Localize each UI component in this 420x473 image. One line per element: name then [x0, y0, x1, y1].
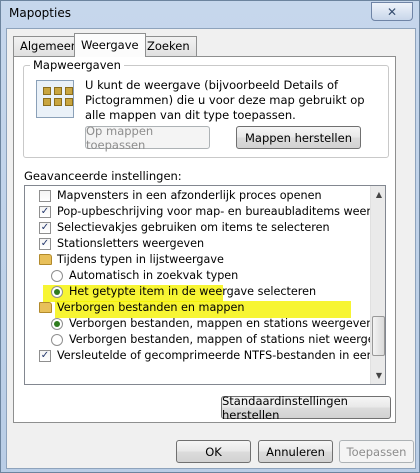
title-bar[interactable]: Mapopties ✕ [1, 1, 419, 27]
radio-hide-hidden[interactable] [51, 334, 63, 346]
close-button[interactable]: ✕ [371, 2, 413, 21]
list-item[interactable]: Verborgen bestanden, mappen en stations … [25, 316, 374, 332]
checkbox-popup-description[interactable]: ✓ [39, 206, 51, 218]
folder-icon [39, 254, 52, 265]
apply-button[interactable]: Toepassen [339, 440, 414, 463]
tab-weergave[interactable]: Weergave [74, 33, 146, 57]
list-item-label: Verborgen bestanden, mappen of stations … [69, 333, 386, 346]
list-item-label: Mapvensters in een afzonderlijk proces o… [57, 189, 322, 202]
list-item[interactable]: ✓ Pop-upbeschrijving voor map- en bureau… [25, 204, 385, 220]
list-item[interactable]: Mapvensters in een afzonderlijk proces o… [25, 188, 370, 204]
cancel-button[interactable]: Annuleren [258, 440, 333, 463]
advanced-settings-rows: Mapvensters in een afzonderlijk proces o… [25, 186, 385, 384]
radio-select-typed-item[interactable] [51, 286, 63, 298]
list-item-label: Automatisch in zoekvak typen [69, 269, 239, 282]
scroll-up-button[interactable]: ▲ [371, 186, 385, 203]
checkbox-ntfs-colors[interactable]: ✓ [39, 350, 51, 362]
ok-button[interactable]: OK [176, 440, 251, 463]
folder-views-description: U kunt de weergave (bijvoorbeeld Details… [85, 78, 365, 122]
list-item-label: Versleutelde of gecomprimeerde NTFS-best… [57, 349, 386, 362]
checkbox-separate-process[interactable] [39, 190, 51, 202]
scroll-down-button[interactable]: ▼ [371, 367, 385, 384]
folder-views-group: Mapweergaven U kunt de weergave (bijvoor… [23, 58, 389, 158]
list-item-label: Het getypte item in de weergave selecter… [69, 285, 317, 298]
reset-folders-button[interactable]: Mappen herstellen [236, 126, 361, 149]
list-item[interactable]: Het getypte item in de weergave selecter… [25, 284, 370, 300]
folder-icon [39, 302, 52, 313]
chevron-up-icon: ▲ [375, 190, 383, 199]
folder-views-icon [36, 80, 74, 118]
list-item[interactable]: ✓ Stationsletters weergeven [25, 236, 370, 252]
radio-show-hidden[interactable] [51, 318, 63, 330]
list-item-label: Stationsletters weergeven [57, 237, 205, 250]
list-item-label: Verborgen bestanden, mappen en stations … [69, 317, 374, 330]
folder-views-title: Mapweergaven [30, 58, 124, 72]
list-item: Tijdens typen in lijstweergave [25, 252, 370, 268]
list-item[interactable]: ✓ Versleutelde of gecomprimeerde NTFS-be… [25, 348, 385, 364]
scroll-thumb[interactable] [372, 316, 385, 356]
list-item: Verborgen bestanden en mappen [25, 300, 370, 316]
close-icon: ✕ [386, 4, 398, 19]
list-item[interactable]: ✓ Selectievakjes gebruiken om items te s… [25, 220, 370, 236]
vertical-scrollbar[interactable]: ▲ ▼ [370, 186, 385, 384]
list-item[interactable]: Verborgen bestanden, mappen of stations … [25, 332, 385, 348]
list-item-label: Verborgen bestanden en mappen [57, 301, 245, 314]
folder-options-window: Mapopties ✕ Algemeen Weergave Zoeken Map… [0, 0, 420, 473]
list-item-label: Pop-upbeschrijving voor map- en bureaubl… [57, 205, 386, 218]
radio-auto-search-box[interactable] [51, 270, 63, 282]
advanced-settings-list[interactable]: Mapvensters in een afzonderlijk proces o… [24, 185, 386, 385]
checkbox-use-checkboxes[interactable]: ✓ [39, 222, 51, 234]
advanced-settings-label: Geavanceerde instellingen: [24, 169, 182, 183]
restore-defaults-button[interactable]: Standaardinstellingen herstellen [221, 394, 391, 422]
view-tab-panel: Mapweergaven U kunt de weergave (bijvoor… [13, 56, 396, 423]
apply-to-folders-button[interactable]: Op mappen toepassen [85, 124, 210, 152]
list-item-label: Selectievakjes gebruiken om items te sel… [57, 221, 330, 234]
list-item-label: Tijdens typen in lijstweergave [57, 253, 224, 266]
dialog-client-area: Algemeen Weergave Zoeken Mapweergaven U … [6, 28, 416, 469]
window-title: Mapopties [9, 6, 71, 20]
checkbox-drive-letters[interactable]: ✓ [39, 238, 51, 250]
tab-zoeken[interactable]: Zoeken [140, 36, 197, 56]
list-item[interactable]: Automatisch in zoekvak typen [25, 268, 370, 284]
chevron-down-icon: ▼ [375, 371, 383, 380]
